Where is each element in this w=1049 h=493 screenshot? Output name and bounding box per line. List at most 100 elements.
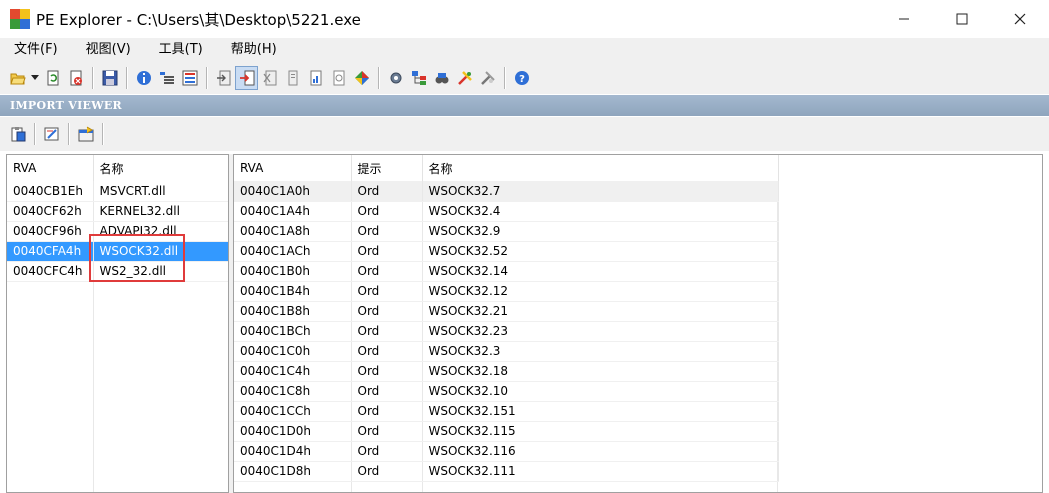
table-row[interactable]: 0040C1B4h Ord WSOCK32.12 bbox=[234, 281, 779, 302]
syntax-button[interactable] bbox=[430, 66, 453, 90]
unpack-button[interactable] bbox=[453, 66, 476, 90]
rva-cell: 0040C1A0h bbox=[234, 181, 352, 202]
properties-button[interactable] bbox=[74, 122, 97, 146]
menu-help[interactable]: 帮助(H) bbox=[217, 38, 291, 62]
hint-cell: Ord bbox=[351, 221, 423, 242]
rva-cell: 0040C1B4h bbox=[234, 281, 352, 302]
import-viewer-toolbar bbox=[0, 117, 1049, 151]
table-row[interactable]: 0040C1D4h Ord WSOCK32.116 bbox=[234, 441, 779, 462]
column-header-name[interactable]: 名称 bbox=[422, 155, 779, 181]
rva-cell: 0040C1C8h bbox=[234, 381, 352, 402]
menu-tools[interactable]: 工具(T) bbox=[145, 38, 217, 62]
pe-explorer-app-icon bbox=[10, 9, 30, 29]
menu-file[interactable]: 文件(F) bbox=[0, 38, 72, 62]
help-button[interactable]: ? bbox=[510, 66, 533, 90]
settings-button[interactable] bbox=[384, 66, 407, 90]
close-button[interactable] bbox=[991, 0, 1049, 38]
toolbar-separator bbox=[378, 67, 379, 89]
function-name-cell: WSOCK32.151 bbox=[422, 401, 779, 422]
wrench-icon bbox=[480, 71, 495, 85]
relocation-icon bbox=[310, 70, 321, 86]
document-icon bbox=[288, 70, 297, 86]
open-file-button[interactable] bbox=[6, 66, 29, 90]
dependency-button[interactable] bbox=[327, 66, 350, 90]
column-header-rva[interactable]: RVA bbox=[7, 155, 94, 181]
structure-button[interactable] bbox=[407, 66, 430, 90]
hint-cell: Ord bbox=[351, 421, 423, 442]
table-row[interactable]: 0040C1B8h Ord WSOCK32.21 bbox=[234, 301, 779, 322]
table-row[interactable]: 0040C1D0h Ord WSOCK32.115 bbox=[234, 421, 779, 442]
minimize-button[interactable] bbox=[875, 0, 933, 38]
hint-cell: Ord bbox=[351, 341, 423, 362]
rva-cell: 0040C1D8h bbox=[234, 461, 352, 482]
rva-cell: 0040C1C4h bbox=[234, 361, 352, 382]
column-header-name[interactable]: 名称 bbox=[93, 155, 228, 181]
column-header-hint[interactable]: 提示 bbox=[351, 155, 423, 181]
table-row[interactable]: 0040C1BCh Ord WSOCK32.23 bbox=[234, 321, 779, 342]
table-row[interactable]: 0040C1C8h Ord WSOCK32.10 bbox=[234, 381, 779, 402]
hint-cell: Ord bbox=[351, 181, 423, 202]
table-row[interactable]: 0040C1A4h Ord WSOCK32.4 bbox=[234, 201, 779, 222]
close-file-icon bbox=[70, 70, 82, 86]
table-row[interactable]: 0040C1A0h Ord WSOCK32.7 bbox=[234, 181, 779, 202]
svg-text:?: ? bbox=[519, 74, 525, 85]
hint-cell: Ord bbox=[351, 461, 423, 482]
close-file-button[interactable] bbox=[64, 66, 87, 90]
column-header-rva[interactable]: RVA bbox=[234, 155, 352, 181]
table-row[interactable]: 0040C1D8h Ord WSOCK32.111 bbox=[234, 461, 779, 482]
header-info-button[interactable] bbox=[132, 66, 155, 90]
data-directories-button[interactable] bbox=[155, 66, 178, 90]
rva-cell: 0040C1BCh bbox=[234, 321, 352, 342]
structure-icon bbox=[411, 71, 426, 85]
resources-button[interactable] bbox=[258, 66, 281, 90]
edit-imports-button[interactable] bbox=[40, 122, 63, 146]
exports-button[interactable] bbox=[212, 66, 235, 90]
disassembler-button[interactable] bbox=[350, 66, 373, 90]
menu-view[interactable]: 视图(V) bbox=[72, 38, 145, 62]
toolbar-separator bbox=[92, 67, 93, 89]
relocations-button[interactable] bbox=[304, 66, 327, 90]
diamond-icon bbox=[354, 71, 369, 85]
refresh-button[interactable] bbox=[41, 66, 64, 90]
binoculars-icon bbox=[435, 73, 448, 84]
open-dropdown-button[interactable] bbox=[29, 66, 41, 90]
table-header-row: RVA 名称 bbox=[7, 155, 228, 181]
toolbar-separator bbox=[34, 123, 35, 145]
rva-cell: 0040CB1Eh bbox=[7, 181, 94, 202]
rva-cell: 0040CFA4h bbox=[7, 241, 94, 262]
functions-table: RVA 提示 名称 0040C1A0h Ord WSOCK32.7 0040C1A4… bbox=[234, 155, 779, 482]
rva-cell: 0040CF96h bbox=[7, 221, 94, 242]
function-name-cell: WSOCK32.18 bbox=[422, 361, 779, 382]
table-row[interactable]: 0040C1ACh Ord WSOCK32.52 bbox=[234, 241, 779, 262]
save-button[interactable] bbox=[98, 66, 121, 90]
function-name-cell: WSOCK32.3 bbox=[422, 341, 779, 362]
title-bar: PE Explorer - C:\Users\其\Desktop\5221.ex… bbox=[0, 0, 1049, 38]
table-row[interactable]: 0040C1C0h Ord WSOCK32.3 bbox=[234, 341, 779, 362]
table-row[interactable]: 0040C1B0h Ord WSOCK32.14 bbox=[234, 261, 779, 282]
imports-button[interactable] bbox=[235, 66, 258, 90]
toolbar-separator bbox=[126, 67, 127, 89]
table-list-icon bbox=[182, 70, 197, 86]
table-row[interactable]: 0040CB1Eh MSVCRT.dll bbox=[7, 181, 228, 202]
table-row[interactable]: 0040C1C4h Ord WSOCK32.18 bbox=[234, 361, 779, 382]
scan-button[interactable] bbox=[476, 66, 499, 90]
copy-button[interactable] bbox=[6, 122, 29, 146]
debug-button[interactable] bbox=[281, 66, 304, 90]
close-icon bbox=[1014, 13, 1026, 25]
table-header-row: RVA 提示 名称 bbox=[234, 155, 779, 181]
menu-bar: 文件(F) 视图(V) 工具(T) 帮助(H) bbox=[0, 38, 1049, 62]
gear-icon bbox=[390, 72, 401, 84]
dll-list-panel: RVA 名称 0040CB1Eh MSVCRT.dll 0040CF62h KE… bbox=[6, 154, 229, 493]
maximize-button[interactable] bbox=[933, 0, 991, 38]
table-row[interactable]: 0040C1A8h Ord WSOCK32.9 bbox=[234, 221, 779, 242]
function-name-cell: WSOCK32.12 bbox=[422, 281, 779, 302]
table-row[interactable]: 0040C1CCh Ord WSOCK32.151 bbox=[234, 401, 779, 422]
help-icon: ? bbox=[514, 71, 529, 85]
rva-cell: 0040C1D4h bbox=[234, 441, 352, 462]
section-headers-button[interactable] bbox=[178, 66, 201, 90]
resource-icon bbox=[263, 70, 276, 86]
folder-open-icon bbox=[9, 73, 26, 85]
function-name-cell: WSOCK32.111 bbox=[422, 461, 779, 482]
rva-cell: 0040C1D0h bbox=[234, 421, 352, 442]
table-row[interactable]: 0040CF62h KERNEL32.dll bbox=[7, 201, 228, 222]
